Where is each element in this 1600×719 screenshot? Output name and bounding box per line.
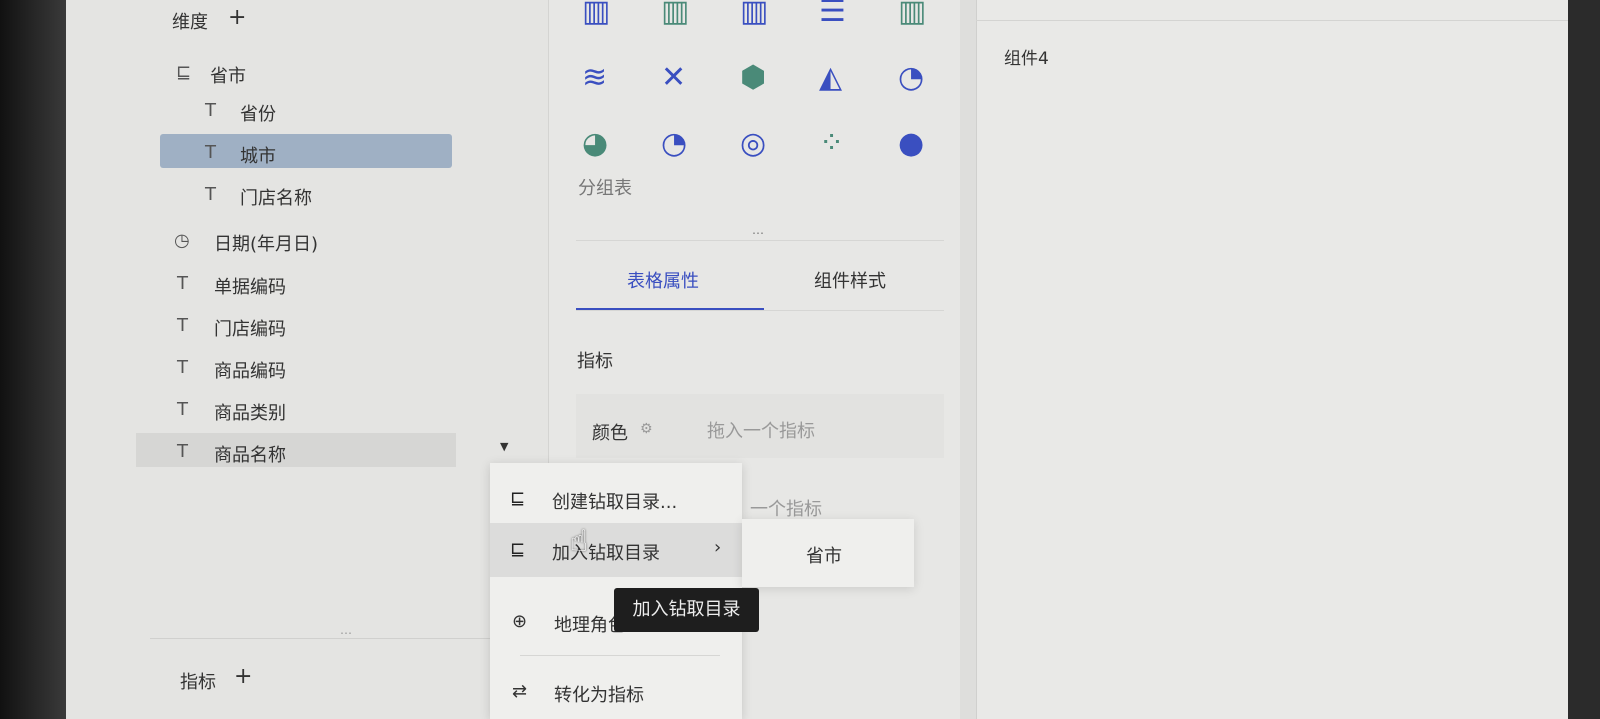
add-dimension-button[interactable]: + — [228, 5, 246, 30]
field-item[interactable]: 单据编码 — [214, 273, 286, 299]
multi-bar-chart-icon[interactable]: ▥ — [740, 0, 768, 29]
sunburst-chart-icon[interactable]: ◎ — [740, 126, 766, 161]
text-type-icon: T — [205, 184, 216, 205]
scatter-chart-icon[interactable]: ⁘ — [819, 126, 844, 161]
convert-icon: ⇄ — [512, 681, 528, 702]
grouped-bar-chart-icon[interactable]: ▥ — [661, 0, 689, 29]
hierarchy-icon: ⊑ — [510, 488, 526, 509]
waterfall-chart-icon[interactable]: ▥ — [898, 0, 926, 29]
clock-icon: ◷ — [174, 230, 190, 251]
dimension-title: 维度 — [172, 12, 208, 33]
field-item[interactable]: 省市 — [210, 62, 246, 88]
stacked-bar-chart-icon[interactable]: ▥ — [582, 0, 610, 29]
text-type-icon: T — [177, 357, 188, 378]
metric-title: 指标 — [180, 672, 216, 693]
radar-chart-icon[interactable]: ⬢ — [740, 60, 766, 95]
text-type-icon: T — [177, 315, 188, 336]
horizontal-bar-chart-icon[interactable]: ☰ — [819, 0, 846, 29]
field-item[interactable]: 商品类别 — [214, 399, 286, 425]
bubble-chart-icon[interactable]: ● — [898, 126, 924, 161]
field-item[interactable]: 商品名称 — [214, 441, 286, 467]
field-item[interactable]: 门店名称 — [240, 184, 312, 210]
rose-chart-icon[interactable]: ◔ — [661, 126, 687, 161]
submenu-item[interactable]: 省市 — [806, 542, 842, 568]
tooltip: 加入钻取目录 — [614, 588, 759, 632]
wave-chart-icon[interactable]: ≋ — [582, 60, 607, 95]
globe-icon: ⊕ — [512, 611, 528, 632]
field-item[interactable]: 商品编码 — [214, 357, 286, 383]
field-item[interactable]: 门店编码 — [214, 315, 286, 341]
field-item[interactable]: 日期(年月日) — [214, 230, 318, 256]
text-type-icon: T — [205, 142, 216, 163]
color-drop-zone[interactable]: 拖入一个指标 — [707, 417, 815, 443]
field-item[interactable]: 城市 — [240, 142, 276, 168]
dropdown-arrow-icon[interactable]: ▼ — [500, 440, 508, 453]
text-type-icon: T — [177, 399, 188, 420]
gauge-chart-icon[interactable]: ◔ — [898, 60, 924, 95]
screen-bezel — [0, 0, 66, 719]
field-panel — [66, 0, 548, 719]
color-label: 颜色 — [592, 423, 628, 444]
tab-component-style[interactable]: 组件样式 — [814, 267, 886, 293]
tab-table-props[interactable]: 表格属性 — [627, 267, 699, 293]
menu-item-create-drill[interactable]: 创建钻取目录... — [552, 488, 677, 514]
gear-icon[interactable]: ⚙ — [640, 421, 653, 437]
area-chart-icon[interactable]: ◭ — [819, 60, 842, 95]
selected-highlight — [160, 134, 452, 168]
hierarchy-add-icon: ⊑ — [510, 539, 526, 560]
chevron-right-icon: › — [714, 537, 722, 558]
resize-handle-icon[interactable]: ⋯ — [752, 226, 764, 240]
pie-chart-icon[interactable]: ◕ — [582, 126, 608, 161]
field-item[interactable]: 省份 — [240, 100, 276, 126]
menu-item-convert-metric[interactable]: 转化为指标 — [554, 681, 644, 707]
chart-type-label: 分组表 — [578, 178, 632, 199]
menu-item-add-drill[interactable]: 加入钻取目录 — [552, 539, 660, 565]
component-title: 组件4 — [1004, 49, 1049, 69]
text-type-icon: T — [205, 100, 216, 121]
drop-zone[interactable]: 一个指标 — [750, 495, 822, 521]
section-title: 指标 — [577, 351, 613, 372]
submenu: 省市 — [742, 519, 914, 587]
line-cross-chart-icon[interactable]: ✕ — [661, 60, 686, 95]
hierarchy-icon: ⊑ — [176, 62, 192, 83]
add-metric-button[interactable]: + — [234, 664, 252, 689]
hand-cursor-icon: ☝ — [570, 524, 589, 559]
text-type-icon: T — [177, 441, 188, 462]
canvas — [976, 0, 1569, 719]
text-type-icon: T — [177, 273, 188, 294]
